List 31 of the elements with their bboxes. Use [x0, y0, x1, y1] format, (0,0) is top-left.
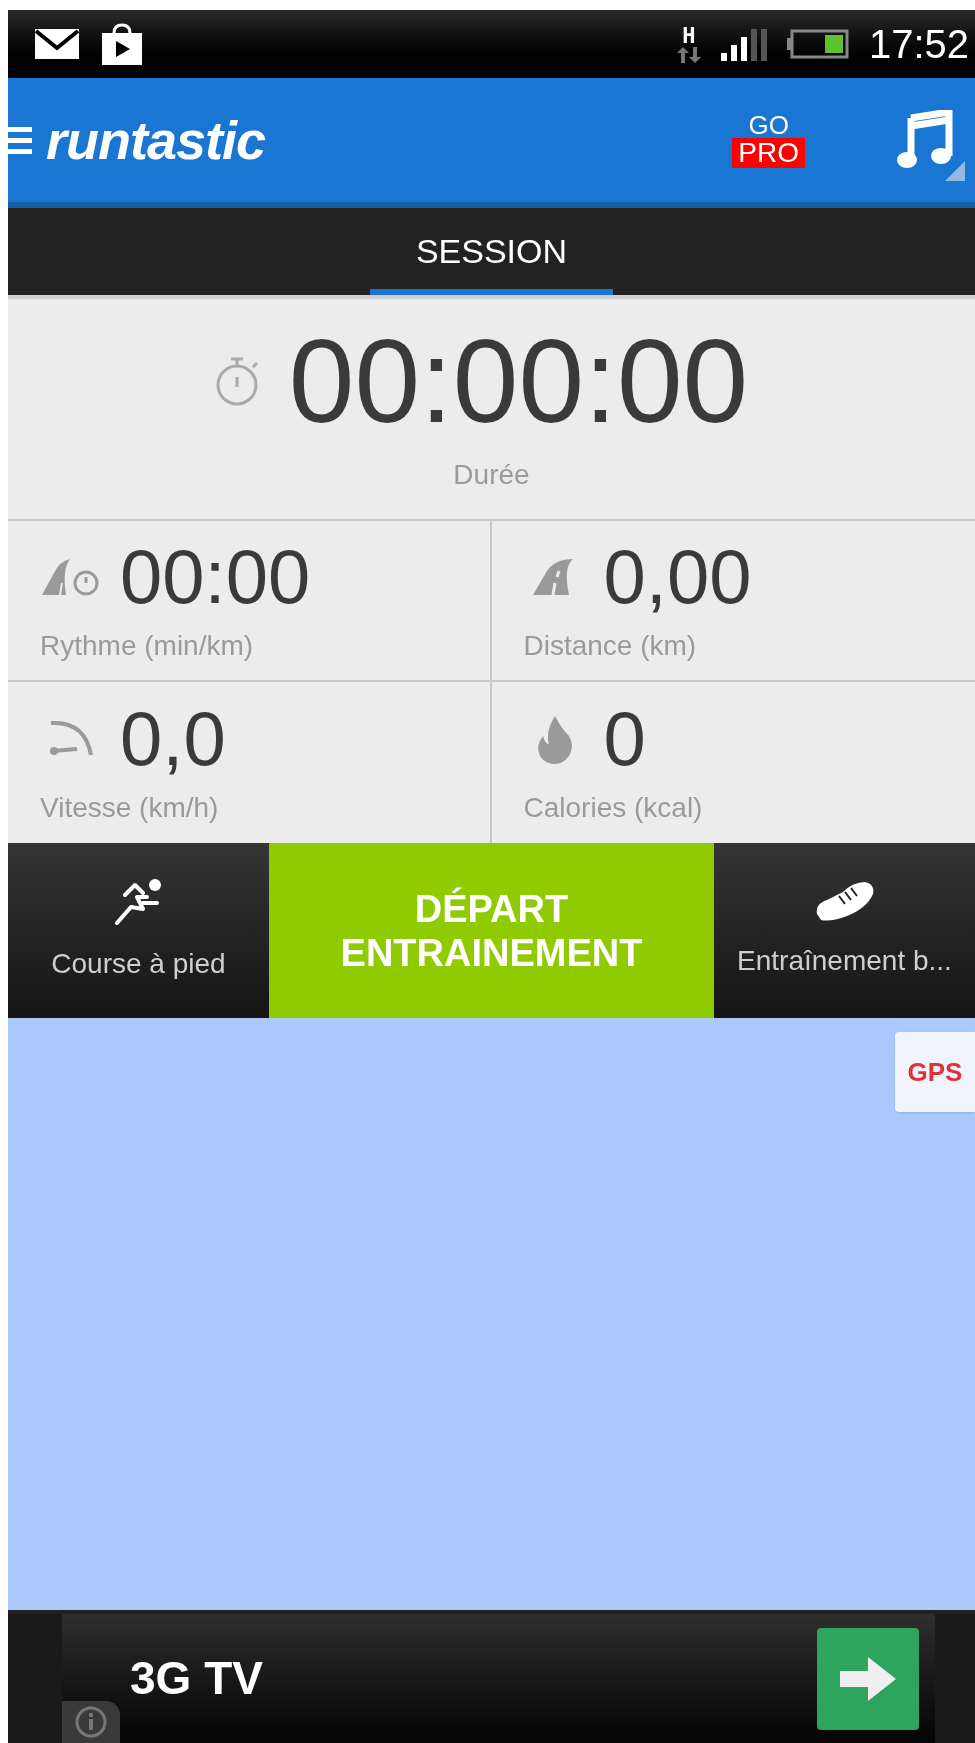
mail-icon — [34, 28, 80, 60]
logo: runtastic — [46, 113, 266, 167]
clock: 17:52 — [868, 21, 969, 68]
stat-value: 0 — [603, 700, 646, 777]
sport-type-button[interactable]: Course à pied — [8, 843, 269, 1018]
corner-triangle-icon — [945, 161, 965, 181]
menu-icon[interactable] — [8, 125, 34, 155]
arrow-right-icon — [840, 1656, 896, 1701]
workout-type-button[interactable]: Entraînement b... — [714, 843, 975, 1018]
stat-label: Distance (km) — [523, 628, 698, 663]
ad-title: 3G TV — [130, 1651, 263, 1706]
music-note-icon — [897, 110, 953, 170]
shopping-bag-icon — [100, 23, 144, 65]
stat-value: 00:00 — [120, 538, 311, 615]
stat-value: 0,0 — [120, 700, 226, 777]
stat-label: Rythme (min/km) — [40, 628, 255, 663]
stat-label: Vitesse (km/h) — [40, 790, 220, 825]
data-arrows-icon — [676, 47, 701, 63]
stat-value: 0,00 — [603, 538, 752, 615]
signal-icon — [720, 27, 767, 61]
map-area[interactable]: GPS — [8, 1018, 975, 1610]
duration-value: 00:00:00 — [288, 322, 749, 440]
arrow-button[interactable] — [817, 1627, 919, 1730]
battery-icon — [786, 29, 849, 59]
gps-button[interactable]: GPS — [895, 1032, 975, 1112]
stat-label: Calories (kcal) — [523, 790, 704, 825]
info-button[interactable] — [62, 1701, 120, 1743]
network-indicator: H — [676, 25, 701, 63]
duration-label: Durée — [453, 458, 530, 492]
info-icon — [75, 1706, 107, 1738]
ad-banner[interactable]: 3G TV — [62, 1614, 935, 1743]
